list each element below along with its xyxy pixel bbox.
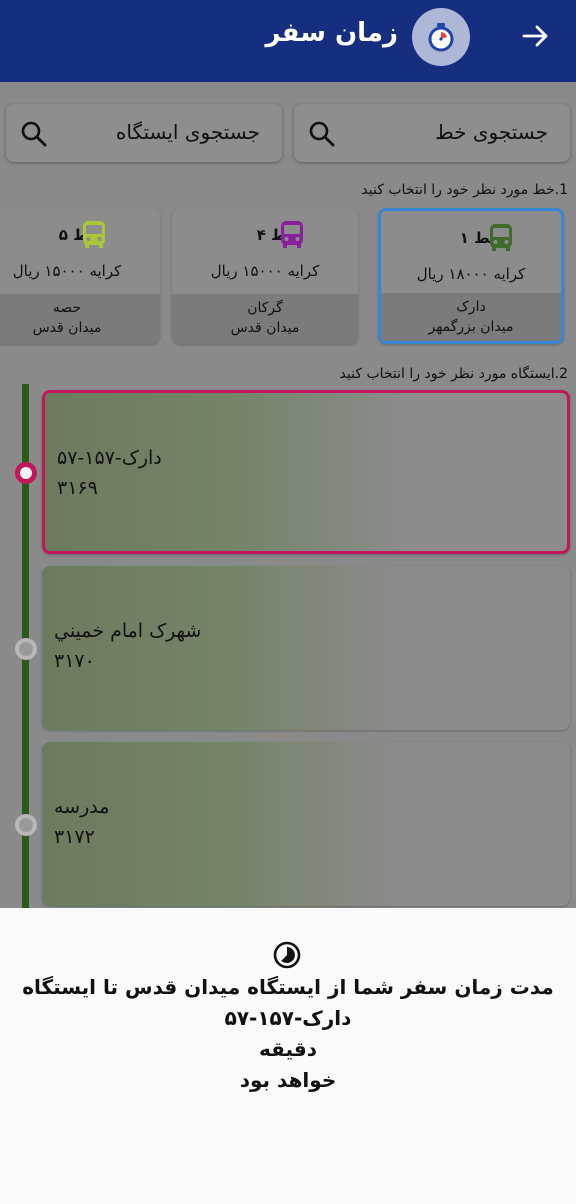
arrow-right-icon[interactable] <box>520 20 552 52</box>
line-card-5[interactable]: خط ۵ کرایه ۱۵۰۰۰ ریال حصه میدان قدس <box>0 208 160 344</box>
message-line-2: دارک-۱۵۷-۵۷ <box>224 1006 352 1030</box>
stop-image <box>42 742 402 906</box>
stop-image <box>42 566 402 730</box>
bus-icon <box>281 221 303 248</box>
message-line-3: دقیقه <box>258 1037 318 1061</box>
route-to: میدان قدس <box>230 320 300 336</box>
line-route: حصه میدان قدس <box>0 294 160 344</box>
stop-name: مدرسه <box>54 796 110 818</box>
stop-code: ۳۱۶۹ <box>57 477 98 499</box>
travel-time-message: مدت زمان سفر شما از ایستگاه میدان قدس تا… <box>0 972 576 1096</box>
line-fare: کرایه ۱۵۰۰۰ ریال <box>210 262 320 280</box>
app-bar: زمان سفر <box>0 0 576 82</box>
route-to: میدان قدس <box>32 320 102 336</box>
route-from: دارک <box>456 299 486 315</box>
search-icon <box>21 121 47 147</box>
route-from: حصه <box>52 300 82 316</box>
stop-card[interactable]: شهرک امام خميني ۳۱۷۰ <box>42 566 570 730</box>
main-content: جستجوی خط جستجوی ایستگاه 1.خط مورد نظر خ… <box>0 82 576 908</box>
stop-dot <box>15 814 37 836</box>
search-line-button[interactable]: جستجوی خط <box>294 104 570 162</box>
travel-time-sheet: مدت زمان سفر شما از ایستگاه میدان قدس تا… <box>0 908 576 1204</box>
stop-code: ۳۱۷۲ <box>54 826 95 848</box>
route-from: گرکان <box>247 300 283 316</box>
stop-dot-selected <box>15 462 37 484</box>
message-line-4: خواهد بود <box>239 1068 337 1092</box>
route-to: میدان بزرگمهر <box>428 319 514 335</box>
bus-icon <box>83 221 105 248</box>
search-icon <box>309 121 335 147</box>
stop-card[interactable]: مدرسه ۳۱۷۲ <box>42 742 570 906</box>
select-line-hint: 1.خط مورد نظر خود را انتخاب کنید <box>361 182 568 198</box>
app-logo <box>412 8 470 66</box>
search-station-label: جستجوی ایستگاه <box>115 120 260 144</box>
search-station-button[interactable]: جستجوی ایستگاه <box>6 104 282 162</box>
page-title: زمان سفر <box>265 18 398 48</box>
stop-dot <box>15 638 37 660</box>
stop-card-selected[interactable]: دارک-۱۵۷-۵۷ ۳۱۶۹ <box>42 390 570 554</box>
stopwatch-icon <box>428 23 454 52</box>
message-line-1: مدت زمان سفر شما از ایستگاه میدان قدس تا… <box>22 975 554 999</box>
bus-icon <box>490 224 512 251</box>
timer-icon <box>273 941 301 969</box>
stop-name: دارک-۱۵۷-۵۷ <box>57 447 162 469</box>
search-line-label: جستجوی خط <box>435 120 548 144</box>
line-fare: کرایه ۱۵۰۰۰ ریال <box>12 262 122 280</box>
stop-image <box>45 393 405 551</box>
line-route: گرکان میدان قدس <box>172 294 358 344</box>
stop-code: ۳۱۷۰ <box>54 650 95 672</box>
line-card-1[interactable]: خط ۱ کرایه ۱۸۰۰۰ ریال دارک میدان بزرگمهر <box>378 208 564 344</box>
stop-name: شهرک امام خميني <box>54 620 202 642</box>
line-fare: کرایه ۱۸۰۰۰ ریال <box>416 265 526 283</box>
line-card-4[interactable]: خط ۴ کرایه ۱۵۰۰۰ ریال گرکان میدان قدس <box>172 208 358 344</box>
line-route: دارک میدان بزرگمهر <box>381 293 561 341</box>
select-station-hint: 2.ایستگاه مورد نظر خود را انتخاب کنید <box>339 366 568 382</box>
